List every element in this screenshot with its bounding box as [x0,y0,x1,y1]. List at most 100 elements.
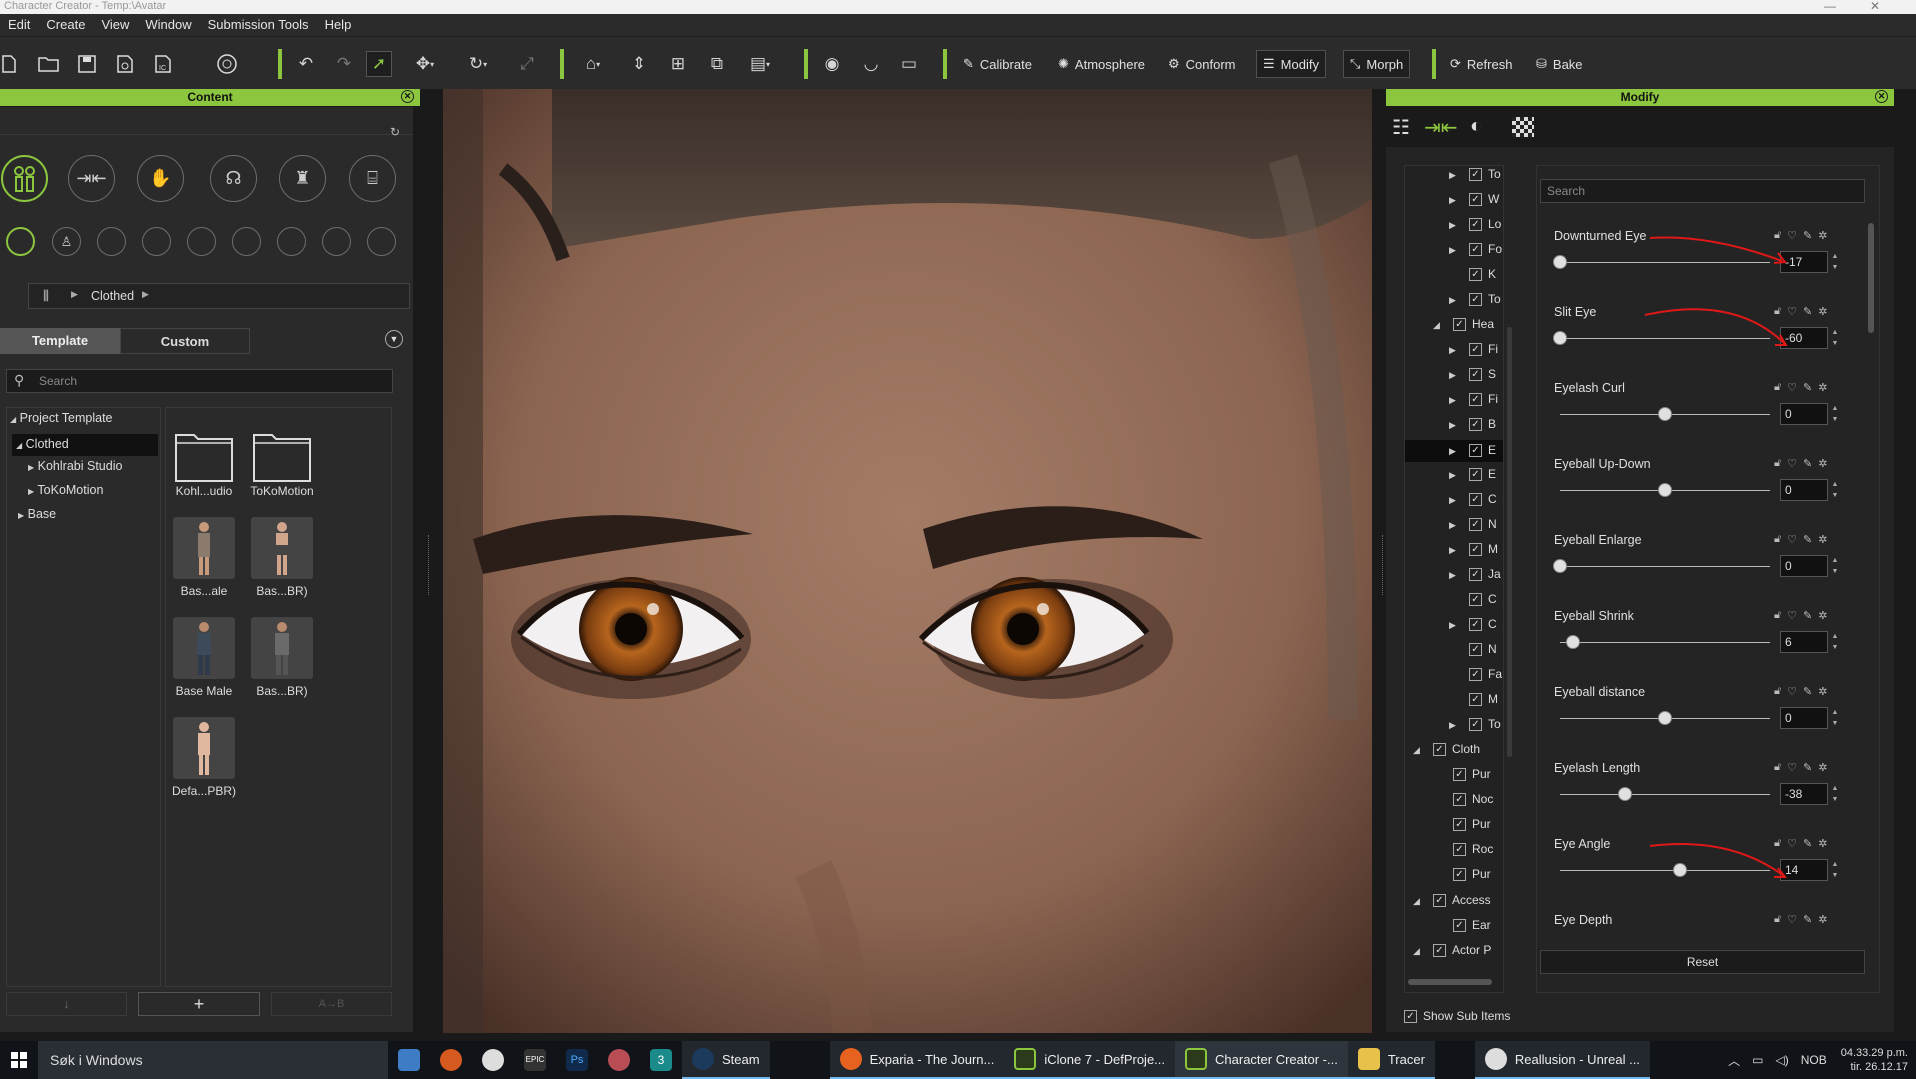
content-search-input[interactable]: Search [6,369,393,393]
spin-arrows-icon[interactable]: ▲ ▼ [1829,403,1841,425]
tree-item[interactable]: ✓ Noc [1453,792,1493,807]
merge-button[interactable]: A→B [271,992,392,1016]
tree-item-actor[interactable]: ◢ ✓ Actor P [1413,943,1491,958]
display-mode-icon[interactable]: ▤ ▾ [742,51,778,77]
tree-item-selected[interactable]: ▶ ✓ E [1405,440,1503,462]
taskbar-search-input[interactable]: Søk i Windows [38,1041,388,1079]
tree-item[interactable]: ▶ ✓ Ja [1449,567,1501,582]
3d-viewport[interactable] [443,89,1372,1033]
settings-icon[interactable]: ✲ [1818,913,1827,926]
zoom-extent-icon[interactable]: ⊞ [665,51,691,77]
edit-icon[interactable]: ✎ [1803,761,1812,774]
download-button[interactable]: ↓ [6,992,127,1016]
close-panel-icon[interactable]: ✕ [1875,90,1888,103]
calibrate-button[interactable]: ✎ Calibrate [957,50,1038,78]
teeth-view-icon[interactable]: ▭ [896,51,922,77]
avatar-thumbnail[interactable] [251,617,313,679]
menu-edit[interactable]: Edit [0,14,38,36]
settings-icon[interactable]: ✲ [1818,381,1827,394]
morph-category-icon[interactable]: ⇥⇤ [68,155,115,202]
taskbar-app-epic[interactable]: EPIC [514,1041,556,1079]
close-window-icon[interactable]: ✕ [1870,0,1880,12]
edit-icon[interactable]: ✎ [1803,229,1812,242]
menu-help[interactable]: Help [317,14,360,36]
volume-icon[interactable]: ◁) [1769,1053,1794,1067]
tree-item[interactable]: ▶ ✓ M [1449,542,1498,557]
slider-knob[interactable] [1566,635,1580,649]
spin-arrows-icon[interactable]: ▲ ▼ [1829,859,1841,881]
tree-item[interactable]: ✓ Pur [1453,817,1491,832]
tree-item-cloth[interactable]: ◢ ✓ Cloth [1413,742,1480,757]
refresh-button[interactable]: ⟳ Refresh [1444,50,1518,78]
tree-item[interactable]: ✓ Ear [1453,918,1491,933]
taskbar-app-iclone[interactable]: iClone 7 - DefProje... [1004,1041,1176,1079]
favorite-icon[interactable]: ♡ [1787,913,1797,926]
subcat-slot[interactable] [232,227,261,256]
rotate-icon[interactable]: ↻ ▾ [460,51,496,77]
tree-item-accessory[interactable]: ◢ ✓ Access [1413,893,1491,908]
tree-item-head[interactable]: ◢ ✓ Hea [1433,317,1494,332]
head-category-icon[interactable]: ☊ [210,155,257,202]
subcat-all-icon[interactable] [6,227,35,256]
texture-tab-icon[interactable] [1512,117,1534,137]
subcat-slot[interactable] [367,227,396,256]
tree-vscrollbar[interactable] [1507,327,1512,757]
tree-item[interactable]: ✓ M [1469,692,1498,707]
tree-item-tokomotion[interactable]: ▶ ToKoMotion [28,483,103,497]
morph-button[interactable]: ⤡ Morph [1343,50,1411,78]
taskbar-app-unreal[interactable]: Reallusion - Unreal ... [1474,1041,1650,1079]
zoom-selected-icon[interactable]: ⧉ [704,51,730,77]
export-ic-icon[interactable]: IC [150,51,176,77]
bake-button[interactable]: ⛁ Bake [1530,50,1589,78]
tree-item[interactable]: ✓ Pur [1453,867,1491,882]
edit-icon[interactable]: ✎ [1803,381,1812,394]
edit-icon[interactable]: ✎ [1803,305,1812,318]
sliders-tab-icon[interactable]: ☷ [1392,115,1410,140]
settings-icon[interactable]: ✲ [1818,837,1827,850]
tree-item-kohlrabi-studio[interactable]: ▶ Kohlrabi Studio [28,459,122,473]
settings-icon[interactable]: ✲ [1818,229,1827,242]
tree-item[interactable]: ▶ ✓ C [1449,492,1497,507]
subcat-slot[interactable] [277,227,306,256]
tree-item[interactable]: ▶ ✓ C [1449,617,1497,632]
folder-icon[interactable] [251,427,313,489]
taskbar-app-tracer[interactable]: Tracer [1347,1041,1435,1079]
settings-icon[interactable]: ✲ [1818,609,1827,622]
refresh-content-icon[interactable]: ↻ [390,125,400,139]
subcat-slot[interactable] [322,227,351,256]
tree-item[interactable]: ▶ ✓ To [1449,167,1501,182]
slider-knob[interactable] [1553,255,1567,269]
taskbar-app-firefox[interactable]: Exparia - The Journ... [829,1041,1005,1079]
taskbar-app-1[interactable] [430,1041,472,1079]
material-tab-icon[interactable]: ◐ [1470,115,1482,138]
tree-item-clothed[interactable]: ◢ Clothed [12,434,158,456]
spin-arrows-icon[interactable]: ▲ ▼ [1829,631,1841,653]
tree-item[interactable]: ✓ K [1469,267,1496,282]
clock[interactable]: 04.33.29 p.m. tir. 26.12.17 [1833,1046,1916,1074]
spin-arrows-icon[interactable]: ▲ ▼ [1829,555,1841,577]
taskbar-app-explorer[interactable] [388,1041,430,1079]
avatar-breadcrumb-icon[interactable]: ⫼ [43,288,49,304]
subcat-slot[interactable] [187,227,216,256]
taskbar-app-photoshop[interactable]: Ps [556,1041,598,1079]
tree-item[interactable]: ▶ ✓ To [1449,292,1501,307]
breadcrumb-item[interactable]: Clothed [91,289,134,303]
menu-view[interactable]: View [93,14,137,36]
slider-knob[interactable] [1553,559,1567,573]
tree-item[interactable]: ▶ ✓ E [1449,467,1496,482]
atmosphere-button[interactable]: ✺ Atmosphere [1052,50,1151,78]
morph-search-input[interactable]: Search [1540,179,1865,203]
tree-item[interactable]: ▶ ✓ Fi [1449,392,1498,407]
tree-item[interactable]: ▶ ✓ B [1449,417,1496,432]
spin-arrows-icon[interactable]: ▲ ▼ [1829,707,1841,729]
scale-icon[interactable]: ⤢ [514,51,540,77]
menu-window[interactable]: Window [137,14,199,36]
language-indicator[interactable]: NOB [1795,1053,1833,1067]
scene-category-icon[interactable]: ⌸ [349,155,396,202]
avatar-thumbnail[interactable] [173,717,235,779]
tree-item-base[interactable]: ▶ Base [18,507,56,521]
settings-icon[interactable]: ✲ [1818,685,1827,698]
tree-scrollbar[interactable] [1408,979,1492,985]
subcat-slot[interactable] [142,227,171,256]
avatar-thumbnail[interactable] [173,617,235,679]
